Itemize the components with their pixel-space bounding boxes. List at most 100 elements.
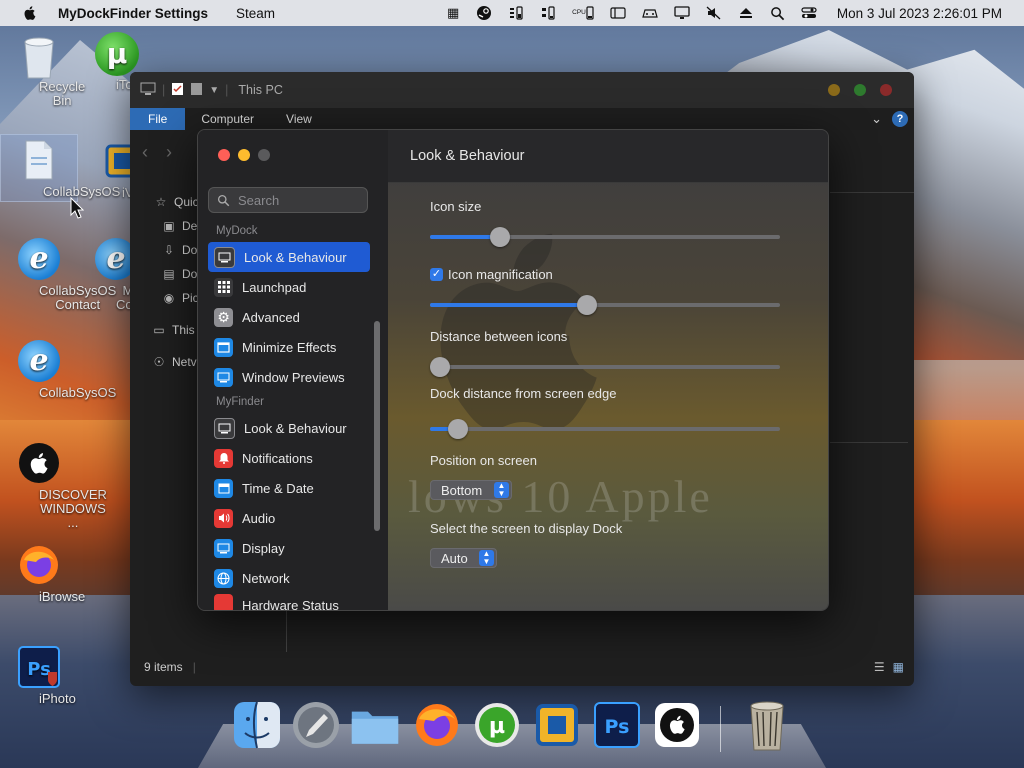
- menu-item-steam[interactable]: Steam: [236, 6, 275, 21]
- distance-icons-slider[interactable]: [430, 357, 780, 377]
- desktop-icon-iphoto[interactable]: Ps iPhoto: [0, 646, 81, 706]
- position-select[interactable]: Bottom ▲ ▼: [430, 480, 512, 500]
- dock-firefox-icon[interactable]: [412, 700, 462, 750]
- properties-icon[interactable]: [171, 82, 184, 99]
- display-icon[interactable]: [674, 5, 690, 21]
- nav-item-documents[interactable]: ▤ Do: [130, 262, 200, 286]
- desktop-icon-label: CollabSysOS: [39, 385, 117, 400]
- utorrent-glyph: µ: [95, 32, 139, 76]
- memory-meter-icon[interactable]: [508, 5, 524, 21]
- slider-knob[interactable]: [430, 357, 450, 377]
- back-arrow-icon[interactable]: ‹: [142, 142, 148, 163]
- sidebar-item-display[interactable]: Display: [208, 533, 370, 563]
- eject-icon[interactable]: [738, 5, 754, 21]
- layers-icon[interactable]: ▦: [446, 5, 460, 21]
- icon-magnification-slider[interactable]: [430, 295, 780, 315]
- dock-trash-icon[interactable]: [742, 700, 792, 751]
- cpu-meter-icon[interactable]: CPU: [572, 5, 594, 21]
- section-header-mydock: MyDock: [216, 225, 258, 237]
- help-button[interactable]: ?: [892, 111, 908, 127]
- nav-item-pictures[interactable]: ◉ Pic: [130, 286, 200, 310]
- dock-finder-icon[interactable]: [232, 700, 282, 750]
- desktop-icon-discover-windows[interactable]: DISCOVER WINDOWS ...: [0, 442, 107, 530]
- nav-item-desktop[interactable]: ▣ De: [130, 214, 200, 238]
- dock-photoshop-icon[interactable]: Ps: [592, 700, 642, 750]
- explorer-window-title: This PC: [238, 83, 283, 97]
- forward-arrow-icon[interactable]: ›: [166, 142, 172, 163]
- tab-view[interactable]: View: [274, 108, 324, 130]
- apple-menu-icon[interactable]: [22, 5, 38, 21]
- customize-toolbar-icon[interactable]: ▼: [209, 85, 219, 96]
- network-icon: ☉: [153, 355, 165, 369]
- zoom-button[interactable]: [258, 149, 270, 161]
- ribbon-tools: ⌄ ?: [871, 111, 908, 127]
- dock-folder-icon[interactable]: [350, 700, 400, 750]
- checkbox-checked-icon[interactable]: ✓: [430, 268, 443, 281]
- icon-magnification-checkbox[interactable]: ✓ Icon magnification: [430, 267, 553, 282]
- sidebar-item-time-date[interactable]: Time & Date: [208, 473, 370, 503]
- desktop-icon-collabsysos-contact[interactable]: e CollabSysOS Contact: [0, 238, 116, 312]
- sidebar-item-minimize-effects[interactable]: Minimize Effects: [208, 332, 370, 362]
- maximize-button[interactable]: [854, 84, 866, 96]
- dock-distance-slider[interactable]: [430, 419, 780, 439]
- tab-file[interactable]: File: [130, 108, 186, 130]
- explorer-status-bar: 9 items | ☰ ▦: [130, 648, 914, 686]
- search-icon[interactable]: [770, 5, 785, 21]
- sidebar-item-finder-look-behaviour[interactable]: Look & Behaviour: [208, 413, 370, 443]
- menubar-clock[interactable]: Mon 3 Jul 2023 2:26:01 PM: [837, 6, 1002, 21]
- sidebar-item-audio[interactable]: Audio: [208, 503, 370, 533]
- nav-item-downloads[interactable]: ⇩ Do: [130, 238, 200, 262]
- cpu-meter-label: CPU: [572, 9, 586, 16]
- svg-text:Ps: Ps: [605, 716, 630, 738]
- nav-item-network[interactable]: ☉ Netv: [130, 350, 200, 374]
- svg-text:Ps: Ps: [27, 659, 51, 680]
- desktop-icon-label: Recycle Bin: [39, 79, 86, 108]
- sidebar-item-hardware-status[interactable]: Hardware Status: [208, 593, 370, 610]
- sidebar-item-notifications[interactable]: Notifications: [208, 443, 370, 473]
- sidebar-item-advanced[interactable]: ⚙ Advanced: [208, 302, 370, 332]
- new-folder-icon[interactable]: [190, 82, 203, 99]
- desktop-icon-recycle-bin[interactable]: Recycle Bin: [0, 34, 85, 108]
- slider-knob[interactable]: [448, 419, 468, 439]
- search-input[interactable]: [236, 191, 360, 209]
- control-center-icon[interactable]: [801, 5, 817, 21]
- sidebar-item-look-behaviour[interactable]: Look & Behaviour: [208, 242, 370, 272]
- mute-icon[interactable]: [706, 5, 722, 21]
- dock-apple-icon[interactable]: [652, 700, 702, 750]
- steam-tray-icon[interactable]: [476, 5, 492, 21]
- large-icons-view-icon[interactable]: ▦: [893, 660, 904, 674]
- sidebar-item-network[interactable]: Network: [208, 563, 370, 593]
- dock-virtualbox-icon[interactable]: [532, 700, 582, 750]
- nav-item-this-pc[interactable]: ▭ This: [130, 318, 200, 342]
- close-button[interactable]: [880, 84, 892, 96]
- icon-size-slider[interactable]: [430, 227, 780, 247]
- minimize-button[interactable]: [828, 84, 840, 96]
- toolbar-separator: |: [225, 83, 229, 97]
- menu-app-name[interactable]: MyDockFinder Settings: [58, 6, 208, 21]
- details-view-icon[interactable]: ☰: [874, 660, 885, 674]
- gamepad-icon[interactable]: [642, 5, 658, 21]
- firefox-icon: [18, 544, 60, 586]
- dock-utorrent-icon[interactable]: µ: [472, 700, 522, 750]
- recycle-bin-icon: [18, 34, 60, 79]
- minimize-button[interactable]: [238, 149, 250, 161]
- calendar-icon: [214, 478, 233, 498]
- window-list-icon[interactable]: [610, 5, 626, 21]
- screen-select[interactable]: Auto ▲ ▼: [430, 548, 497, 568]
- ie-glyph: e: [18, 340, 60, 382]
- system-menu-icon[interactable]: [140, 82, 156, 99]
- dock-launchpad-icon[interactable]: [291, 700, 341, 750]
- desktop-icon-ibrowse[interactable]: iBrowse: [0, 544, 85, 604]
- desktop-icon-collabsysos-ie[interactable]: e CollabSysOS: [0, 340, 116, 400]
- chevron-down-icon[interactable]: ⌄: [871, 111, 882, 127]
- nav-item-quick-access[interactable]: ☆ Quic: [130, 190, 200, 214]
- tab-computer[interactable]: Computer: [189, 108, 266, 130]
- sidebar-item-launchpad[interactable]: Launchpad: [208, 272, 370, 302]
- close-button[interactable]: [218, 149, 230, 161]
- sidebar-scrollbar[interactable]: [374, 321, 380, 531]
- slider-knob[interactable]: [577, 295, 597, 315]
- sidebar-item-window-previews[interactable]: Window Previews: [208, 362, 370, 392]
- desktop-icon-collabsysos-file[interactable]: CollabSysOS: [0, 134, 120, 202]
- disk-meter-icon[interactable]: [540, 5, 556, 21]
- slider-knob[interactable]: [490, 227, 510, 247]
